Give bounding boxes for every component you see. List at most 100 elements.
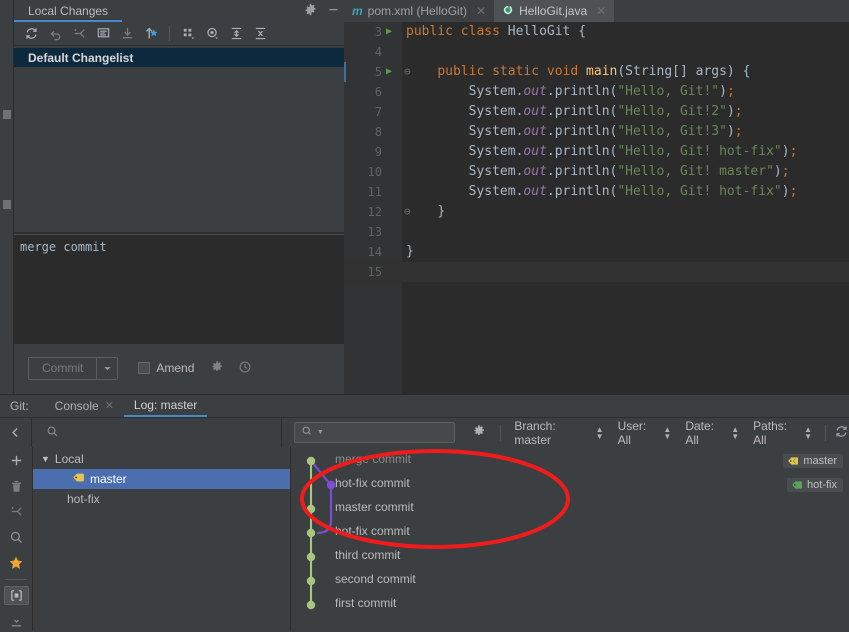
minimize-icon[interactable] [327,3,340,19]
commit-subject: hot-fix commit [335,524,410,538]
filters-separator [500,424,502,441]
move-to-changelist-icon[interactable] [140,23,162,45]
tab-log-master[interactable]: Log: master [123,395,208,417]
line-number: 9 [374,145,382,159]
branch-item-hot-fix[interactable]: hot-fix [33,489,290,509]
filter-user-label: User: All [617,418,647,447]
collapse-all-button[interactable] [4,611,29,631]
gear-icon[interactable] [210,360,224,377]
group-by-directory-button[interactable] [3,585,29,606]
branch-group-label: Local [54,452,84,466]
log-filters: Branch: master ▲ ▼ User: All ▲ ▼ Date: All… [463,419,849,447]
code-line: 9 System.out.println("Hello, Git! hot-fi… [344,142,849,162]
code-text: public class HelloGit { [406,24,587,39]
amend-checkbox-group[interactable]: Amend [138,361,194,375]
group-by-icon[interactable] [177,23,199,45]
close-icon[interactable]: ✕ [476,4,486,18]
code-line: 3 ▶ public class HelloGit { [344,22,849,42]
changelist-default-row[interactable]: Default Changelist [14,48,344,67]
tab-console[interactable]: Console ✕ [45,395,124,417]
amend-checkbox[interactable] [138,362,151,374]
search-branch-button[interactable] [4,528,29,548]
git-tool-window: Git: Console ✕ Log: master ▼ Branch: mas… [0,394,849,632]
filter-date[interactable]: Date: All ▲ ▼ [678,419,746,447]
gear-icon[interactable] [304,3,317,19]
filter-user[interactable]: User: All ▲ ▼ [611,419,679,447]
commit-row[interactable]: merge commit [291,447,849,471]
commit-row[interactable]: third commit [291,543,849,567]
expand-all-icon[interactable] [225,23,247,45]
code-line: 10 System.out.println("Hello, Git! maste… [344,162,849,182]
code-editor[interactable]: 3 ▶ public class HelloGit {4 5 ▶ ⊖ public sta… [344,22,849,394]
run-gutter-icon[interactable]: ▶ [386,22,392,42]
chevron-down-icon[interactable] [96,357,117,379]
editor-tab-hellogit-java[interactable]: HelloGit.java ✕ [494,0,615,22]
preview-diff-icon[interactable] [201,23,223,45]
run-gutter-icon[interactable]: ▶ [386,62,392,82]
commit-button-label: Commit [42,360,84,375]
chevron-down-icon[interactable]: ▼ [317,429,324,436]
editor-tab-label: pom.xml (HelloGit) [367,4,468,18]
line-number: 4 [374,45,382,59]
triangle-down-icon[interactable]: ▼ [41,454,50,464]
tab-local-changes[interactable]: Local Changes [14,0,123,22]
branch-search-input[interactable] [67,425,248,440]
commit-row[interactable]: second commit [291,567,849,591]
code-text: } [406,244,414,259]
refresh-icon[interactable] [20,23,42,45]
git-tabbar: Git: Console ✕ Log: master [0,395,849,417]
shelve-icon[interactable] [116,23,138,45]
log-search-field[interactable]: ▼ [293,422,456,443]
branch-filter-search[interactable] [32,418,282,447]
amend-label: Amend [156,361,195,375]
branch-panel-toolbar [0,447,33,631]
chevron-left-icon[interactable] [0,418,33,447]
line-number: 7 [374,105,382,119]
edit-changelist-icon[interactable] [92,23,114,45]
toolbar-divider [5,578,27,580]
add-branch-button[interactable] [4,451,29,471]
revert-icon[interactable] [68,23,90,45]
clock-icon[interactable] [238,360,252,377]
editor-tab-pom-xml[interactable]: m pom.xml (HelloGit) ✕ [344,0,494,22]
commit-graph-area[interactable]: merge commit hot-fix commit master commit h… [291,447,849,631]
commit-row[interactable]: hot-fix commit [291,471,849,495]
branch-group-local[interactable]: ▼ Local [33,449,290,469]
code-lines: 3 ▶ public class HelloGit {4 5 ▶ ⊖ public sta… [344,22,849,282]
commit-row[interactable]: hot-fix commit [291,519,849,543]
refresh-icon[interactable] [834,424,849,442]
log-search-input[interactable] [326,425,447,440]
commit-subject: second commit [335,572,416,586]
gear-icon[interactable] [472,424,486,441]
filter-branch-label: Branch: master [514,418,556,447]
close-icon[interactable]: ✕ [596,4,606,18]
code-text: System.out.println("Hello, Git!"); [468,84,735,99]
filter-paths[interactable]: Paths: All ▲ ▼ [746,419,819,447]
filter-paths-label: Paths: All [753,418,788,447]
commit-message-input[interactable]: merge commit [14,234,344,344]
search-dropdown-icon[interactable] [301,425,314,441]
commit-subject: merge commit [335,452,412,466]
delete-branch-button[interactable] [4,477,29,497]
toolbar-separator [169,26,170,41]
commit-subject: hot-fix commit [335,476,410,490]
commit-row[interactable]: master commit [291,495,849,519]
commit-button[interactable]: Commit [28,356,119,380]
changelist-tree[interactable]: Default Changelist [14,46,344,232]
line-number: 8 [374,125,382,139]
ref-chip-hot-fix[interactable]: hot-fix [787,478,843,492]
line-number: 3 [374,25,382,39]
branch-item-master[interactable]: master [33,469,290,489]
merge-button[interactable] [4,502,29,522]
code-text: public static void main(String[] args) { [437,64,751,79]
code-line: 6 System.out.println("Hello, Git!"); [344,82,849,102]
filter-branch[interactable]: Branch: master ▲ ▼ [507,419,610,447]
rollback-icon[interactable] [44,23,66,45]
collapse-all-icon[interactable] [249,23,271,45]
close-icon[interactable]: ✕ [105,395,114,417]
ref-chip-master[interactable]: master [783,454,843,468]
favorite-button[interactable] [4,553,29,573]
commit-row[interactable]: first commit [291,591,849,615]
branch-tree-panel[interactable]: ▼ Local master hot-fix [33,447,291,631]
local-changes-tabbar: Local Changes [14,0,344,22]
